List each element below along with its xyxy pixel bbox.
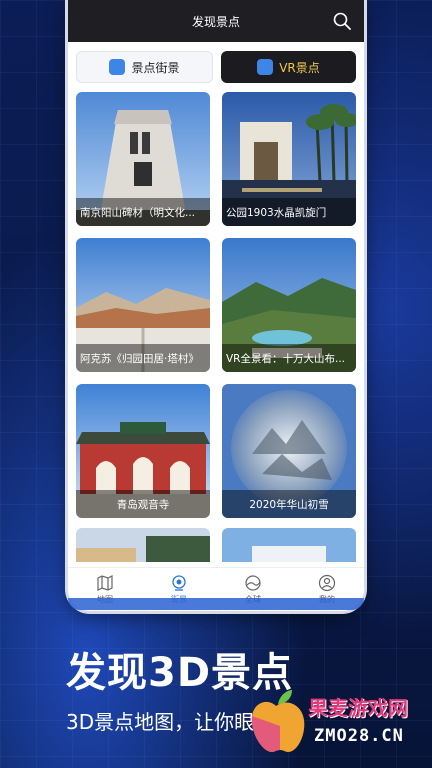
spot-caption: 2020年华山初雪 [222,490,356,518]
top-bar: 发现景点 [68,0,364,42]
spot-card[interactable]: 阿克苏《归园田居·塔村》 [76,238,210,372]
spot-caption: 阿克苏《归园田居·塔村》 [76,344,210,372]
spot-card[interactable] [222,528,356,562]
tab-bar: 景点街景 VR景点 [76,51,356,83]
phone-frame: 发现景点 景点街景 VR景点 南京阳山碑材（明文化... 公园1903水晶凯旋门… [68,0,364,611]
watermark-title: 果麦游戏网 [308,696,408,720]
spot-grid: 南京阳山碑材（明文化... 公园1903水晶凯旋门 阿克苏《归园田居·塔村》 V… [76,92,356,562]
map-icon [97,575,113,591]
globe-icon [245,575,261,591]
tab-label: 景点街景 [131,60,180,75]
spot-caption: 南京阳山碑材（明文化... [76,198,210,226]
spot-image [76,528,210,562]
spot-card[interactable]: 南京阳山碑材（明文化... [76,92,210,226]
search-icon[interactable] [332,11,352,31]
watermark-domain: ZMO28.CN [314,726,404,746]
spot-card[interactable]: 2020年华山初雪 [222,384,356,518]
vr-icon [257,59,274,75]
spot-image [222,528,356,562]
user-icon [318,574,336,592]
spot-caption: 公园1903水晶凯旋门 [222,198,356,226]
apple-logo-icon [251,690,305,752]
spot-caption: VR全景看：十万大山布... [222,344,356,372]
spot-card[interactable]: 公园1903水晶凯旋门 [222,92,356,226]
phone-bottom-edge [68,598,364,610]
spot-card[interactable] [76,528,210,562]
tab-label: VR景点 [279,60,320,75]
tab-vr-spots[interactable]: VR景点 [221,51,356,83]
spot-caption: 青岛观音寺 [76,490,210,518]
app-title: 发现景点 [191,14,240,29]
tab-street-view[interactable]: 景点街景 [76,51,213,83]
spot-card[interactable]: 青岛观音寺 [76,384,210,518]
spot-card[interactable]: VR全景看：十万大山布... [222,238,356,372]
camera-icon [172,575,186,591]
street-view-icon [109,59,126,75]
watermark: 果麦游戏网 ZMO28.CN [240,686,426,762]
